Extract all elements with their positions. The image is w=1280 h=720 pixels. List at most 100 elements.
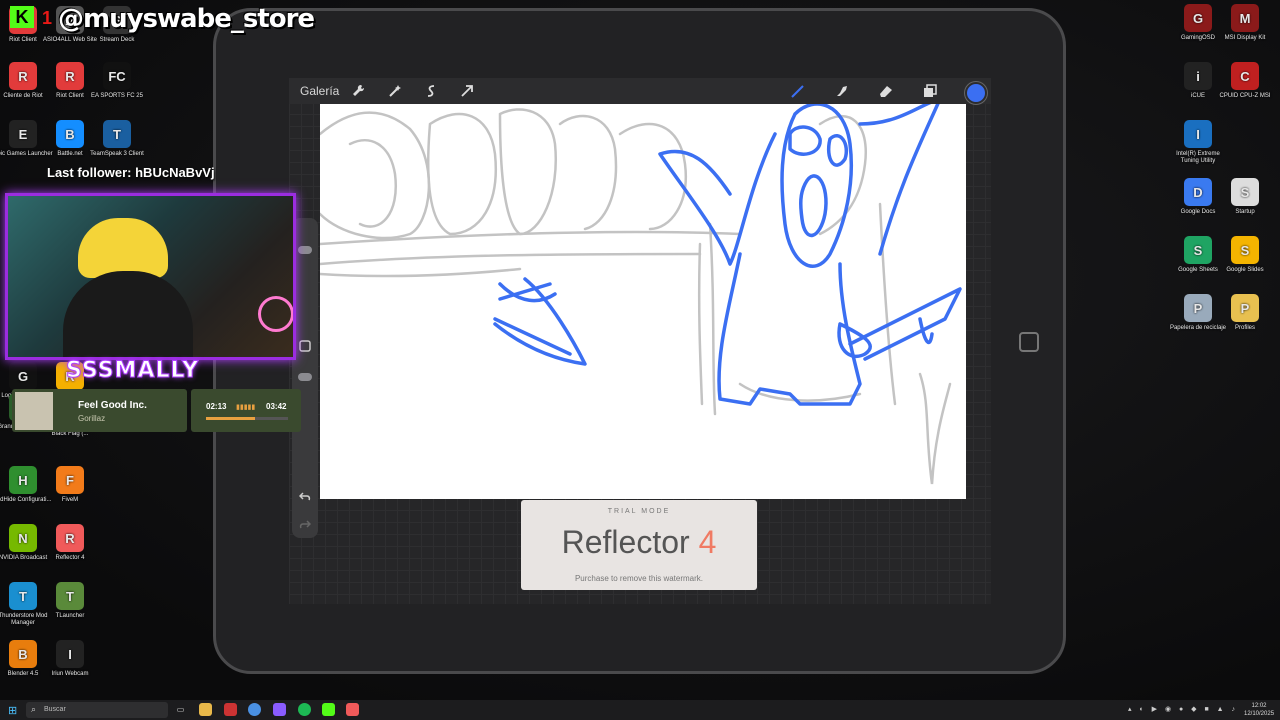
watermark-title-text: Reflector xyxy=(561,524,690,560)
kick-taskbar-icon[interactable] xyxy=(322,703,335,716)
app-taskbar-icon[interactable] xyxy=(273,703,286,716)
undo-icon[interactable] xyxy=(297,488,313,504)
kick-logo: K xyxy=(10,6,34,28)
desktop-icon-label: Startup xyxy=(1235,209,1255,215)
app-icon: F xyxy=(56,466,84,494)
eraser-icon[interactable] xyxy=(878,83,894,99)
webcam-feed xyxy=(5,193,296,360)
clock[interactable]: 12:02 12/10/2025 xyxy=(1244,702,1274,718)
desktop-icon-right-6[interactable]: S Startup xyxy=(1215,178,1275,216)
desktop-icon-label: Iriun Webcam xyxy=(51,671,89,677)
desktop-icon-left-16[interactable]: R Reflector 4 xyxy=(40,524,100,562)
desktop-icon-label: TLauncher xyxy=(55,613,85,619)
app-icon: T xyxy=(9,582,37,610)
watermark-mode: TRIAL MODE xyxy=(607,508,671,515)
desktop-icon-right-8[interactable]: S Google Slides xyxy=(1215,236,1275,274)
chrome-icon[interactable] xyxy=(248,703,261,716)
procreate-toolbar: Galería xyxy=(289,78,991,104)
equalizer-icon: ▮▮▮▮▮ xyxy=(236,404,256,411)
app-icon: S xyxy=(1184,236,1212,264)
streamer-silhouette xyxy=(63,271,193,357)
windows-start-icon[interactable]: ⊞ xyxy=(8,704,17,717)
app-icon: P xyxy=(1184,294,1212,322)
desktop-icon-left-20[interactable]: I Iriun Webcam xyxy=(40,640,100,678)
app-icon: R xyxy=(9,62,37,90)
desktop-icon-left-18[interactable]: T TLauncher xyxy=(40,582,100,620)
app-icon: G xyxy=(9,362,37,390)
brush-size-slider[interactable] xyxy=(298,246,312,254)
app-icon: T xyxy=(103,120,131,148)
album-art xyxy=(15,392,53,430)
ipad-home-button[interactable] xyxy=(1019,332,1039,352)
brush-icon[interactable] xyxy=(790,83,806,99)
desktop-icon-label: TeamSpeak 3 Client xyxy=(90,151,144,157)
redo-icon[interactable] xyxy=(297,516,313,532)
opacity-slider[interactable] xyxy=(298,373,312,381)
clock-date: 12/10/2025 xyxy=(1244,711,1275,717)
app-icon: I xyxy=(56,640,84,668)
selection-icon[interactable] xyxy=(423,83,439,99)
app-icon: B xyxy=(56,120,84,148)
song-title: Feel Good Inc. xyxy=(78,400,147,411)
app-icon: S xyxy=(1231,178,1259,206)
app-icon: E xyxy=(9,120,37,148)
kick-count: 1 xyxy=(42,8,53,28)
app-icon: H xyxy=(9,466,37,494)
watermark-number: 4 xyxy=(698,524,717,560)
system-tray[interactable]: ▴ ◐ ▶ ◉ ● ◆ ■ ▲ ♪ xyxy=(1128,705,1238,713)
desktop-icon-right-3[interactable]: C CPUID CPU-Z MSI xyxy=(1215,62,1275,100)
desktop-icon-label: MSI Display Kit xyxy=(1224,35,1266,41)
app-icon: D xyxy=(1184,178,1212,206)
streamer-name: SSSMALLY xyxy=(65,358,200,384)
app-icon: S xyxy=(1231,236,1259,264)
desktop-icon-left-8[interactable]: T TeamSpeak 3 Client xyxy=(87,120,147,158)
taskbar: ⊞ ⌕ Buscar ▭ ▴ ◐ ▶ ◉ ● ◆ ■ ▲ ♪ 12:02 12/… xyxy=(0,700,1280,720)
app-icon: R xyxy=(56,62,84,90)
color-picker-button[interactable] xyxy=(965,82,987,104)
search-box[interactable]: ⌕ Buscar xyxy=(26,702,168,718)
last-follower: Last follower: hBUcNaBvVj xyxy=(47,165,215,180)
gallery-button[interactable]: Galería xyxy=(300,84,339,98)
watermark-note: Purchase to remove this watermark. xyxy=(574,574,704,583)
desktop-icon-label: Stream Deck xyxy=(99,37,135,43)
drawing-strokes xyxy=(318,97,962,485)
riot-taskbar-icon[interactable] xyxy=(224,703,237,716)
app-icon: P xyxy=(1231,294,1259,322)
desktop-icon-label: Profiles xyxy=(1234,325,1255,331)
wrench-icon[interactable] xyxy=(351,83,367,99)
app-icon: G xyxy=(1184,4,1212,32)
file-explorer-icon[interactable] xyxy=(199,703,212,716)
smudge-icon[interactable] xyxy=(834,83,850,99)
app-icon: R xyxy=(56,524,84,552)
spotify-icon[interactable] xyxy=(298,703,311,716)
song-progress-bar xyxy=(206,417,288,420)
now-playing-widget: Feel Good Inc. Gorillaz xyxy=(12,389,187,432)
modify-button[interactable] xyxy=(297,338,313,354)
desktop-icon-label: CPUID CPU-Z MSI xyxy=(1219,93,1271,99)
reflector-watermark: TRIAL MODE Reflector 4 Purchase to remov… xyxy=(521,500,757,590)
app-icon: N xyxy=(9,524,37,552)
store-handle: @muyswabe_store xyxy=(58,4,315,34)
layers-icon[interactable] xyxy=(922,83,938,99)
watermark-title: Reflector 4 xyxy=(521,524,757,561)
app-icon: i xyxy=(1184,62,1212,90)
current-time: 02:13 xyxy=(206,402,227,411)
procreate-screen: Galería TRIAL MODE Reflector 4 Purchase … xyxy=(289,78,991,604)
desktop-icon-right-10[interactable]: P Profiles xyxy=(1215,294,1275,332)
desktop-icon-left-14[interactable]: F FiveM xyxy=(40,466,100,504)
desktop-icon-right-4[interactable]: I Intel(R) Extreme Tuning Utility xyxy=(1168,120,1228,165)
transform-icon[interactable] xyxy=(459,83,475,99)
desktop-icon-left-5[interactable]: FC EA SPORTS FC 25 xyxy=(87,62,147,100)
drawing-canvas[interactable] xyxy=(318,97,966,499)
song-artist: Gorillaz xyxy=(78,414,106,423)
app-icon: C xyxy=(1231,62,1259,90)
desktop-icon-label: Intel(R) Extreme Tuning Utility xyxy=(1176,151,1220,164)
task-view-icon[interactable]: ▭ xyxy=(174,703,187,716)
song-progress-fill xyxy=(206,417,256,420)
desktop-icon-label: Google Slides xyxy=(1226,267,1264,273)
desktop-icon-right-1[interactable]: M MSI Display Kit xyxy=(1215,4,1275,42)
app-icon: M xyxy=(1231,4,1259,32)
magic-wand-icon[interactable] xyxy=(387,83,403,99)
reflector-taskbar-icon[interactable] xyxy=(346,703,359,716)
search-icon: ⌕ xyxy=(31,704,37,714)
